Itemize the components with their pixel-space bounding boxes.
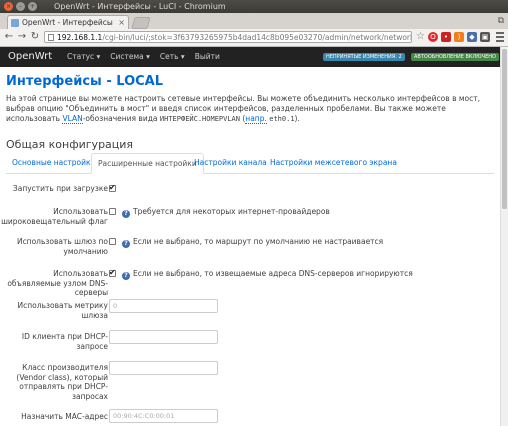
page-scrollbar[interactable] [500, 47, 508, 426]
unsaved-changes-badge[interactable]: НЕПРИНЯТЫЕ ИЗМЕНЕНИЯ: 2 [323, 53, 405, 61]
main-menu: Статус ▾ Система ▾ Сеть ▾ Выйти [62, 47, 225, 67]
gateway-checkbox[interactable] [109, 238, 116, 245]
browser-tabstrip: OpenWrt - Интерфейсы × ⧉ [0, 13, 508, 29]
peerdns-label: Использовать объявляемые узлом DNS-серве… [7, 269, 108, 297]
address-bar[interactable]: 192.168.1.1/cgi-bin/luci/;stok=3f6379326… [44, 31, 412, 43]
desc-text-4: ). [294, 114, 300, 123]
window-title: OpenWrt - Интерфейсы - LuCI - Chromium [54, 2, 226, 11]
browser-tab[interactable]: OpenWrt - Интерфейсы × [7, 15, 129, 29]
forward-icon[interactable]: → [16, 31, 28, 43]
metric-label: Использовать метрику шлюза [17, 301, 108, 320]
desc-code: ИНТЕРФЕЙС.НОМЕРVLAN [159, 115, 240, 123]
new-tab-button[interactable] [131, 17, 151, 29]
browser-menu-icon[interactable] [496, 32, 504, 44]
url-path: /cgi-bin/luci/;stok=3f63793265975b4dad14… [102, 33, 412, 42]
peerdns-help: ? Если не выбрано, то извещаемые адреса D… [122, 269, 413, 280]
tab-close-icon[interactable]: × [118, 16, 125, 29]
clientid-input[interactable] [109, 330, 218, 344]
page-icon [48, 34, 54, 41]
broadcast-help: ? Требуется для некоторых интернет-провай… [122, 207, 330, 218]
brand-logo[interactable]: OpenWrt [8, 47, 52, 67]
broadcast-label: Использовать широковещательный флаг [1, 207, 108, 226]
scrollbar-thumb[interactable] [502, 49, 507, 209]
menu-logout[interactable]: Выйти [190, 47, 225, 67]
clientid-label: ID клиента при DHCP-запросе [21, 332, 108, 351]
tab-firewall[interactable]: Настройки межсетевого экрана [264, 153, 403, 173]
example-abbr: напр. [245, 114, 267, 124]
page-title: Интерфейсы - LOCAL [6, 74, 164, 89]
tab-general[interactable]: Основные настройки [6, 153, 101, 173]
shield-icon[interactable]: ◆ [467, 32, 477, 42]
config-tabs: Основные настройки Расширенные настройки… [6, 153, 494, 174]
window-controls: × – + [4, 2, 37, 11]
window-titlebar: × – + OpenWrt - Интерфейсы - LuCI - Chro… [0, 0, 508, 13]
vendorclass-label: Класс производителя (Vendor class), кото… [16, 363, 108, 401]
autostart-label: Запустить при загрузке [12, 184, 108, 193]
opera-icon[interactable]: O [428, 32, 438, 42]
url-host: 192.168.1.1 [57, 33, 103, 42]
window-maximize-icon[interactable]: + [28, 2, 37, 11]
page-description: На этой странице вы можете настроить сет… [6, 94, 494, 124]
back-icon[interactable]: ← [3, 31, 15, 43]
window-restore-icon[interactable]: ⧉ [498, 16, 504, 26]
tab-physical[interactable]: Настройки канала [188, 153, 273, 173]
autorefresh-badge[interactable]: АВТООБНОВЛЕНИЕ ВКЛЮЧЕНО [411, 53, 499, 61]
metric-input[interactable]: 0 [109, 299, 218, 313]
lastpass-icon[interactable]: • [441, 32, 451, 42]
autostart-checkbox[interactable] [109, 183, 116, 192]
window-minimize-icon[interactable]: – [16, 2, 25, 11]
section-title: Общая конфигурация [6, 138, 134, 151]
gateway-help: ? Если не выбрано, то маршрут по умолчани… [122, 237, 383, 248]
macaddr-label: Назначить MAC-адрес [21, 412, 108, 421]
page-viewport: OpenWrt Статус ▾ Система ▾ Сеть ▾ Выйти … [0, 47, 500, 426]
tab-advanced[interactable]: Расширенные настройки [91, 153, 204, 174]
menu-status[interactable]: Статус ▾ [62, 47, 105, 67]
luci-navbar: OpenWrt Статус ▾ Система ▾ Сеть ▾ Выйти … [0, 47, 500, 67]
gateway-label: Использовать шлюз по умолчанию [16, 237, 108, 256]
help-icon: ? [122, 240, 130, 248]
macaddr-input[interactable]: 00:90:4C:C0:00:01 [109, 409, 218, 423]
browser-tab-title: OpenWrt - Интерфейсы [22, 18, 113, 27]
peerdns-checkbox[interactable] [109, 268, 116, 277]
vlan-abbr: VLAN [62, 114, 83, 124]
broadcast-checkbox[interactable] [109, 208, 116, 215]
broadcast-help-text: Требуется для некоторых интернет-провайд… [133, 207, 330, 216]
desc-code-2: eth0.1 [269, 115, 295, 123]
reload-icon[interactable]: ↻ [29, 31, 41, 43]
vendorclass-input[interactable] [109, 361, 218, 375]
menu-network[interactable]: Сеть ▾ [155, 47, 190, 67]
menu-system[interactable]: Система ▾ [105, 47, 155, 67]
gateway-help-text: Если не выбрано, то маршрут по умолчанию… [133, 237, 384, 246]
camera-icon[interactable]: ▣ [480, 32, 490, 42]
bookmark-star-icon[interactable]: ☆ [416, 31, 425, 42]
peerdns-help-text: Если не выбрано, то извещаемые адреса DN… [133, 269, 413, 278]
help-icon: ? [122, 272, 130, 280]
desc-text-2: -обозначения вида [82, 114, 160, 123]
help-icon: ? [122, 210, 130, 218]
rss-icon[interactable]: ) [454, 32, 464, 42]
browser-toolbar: ← → ↻ 192.168.1.1/cgi-bin/luci/;stok=3f6… [0, 29, 508, 47]
favicon-icon [11, 19, 19, 27]
window-close-icon[interactable]: × [4, 2, 13, 11]
